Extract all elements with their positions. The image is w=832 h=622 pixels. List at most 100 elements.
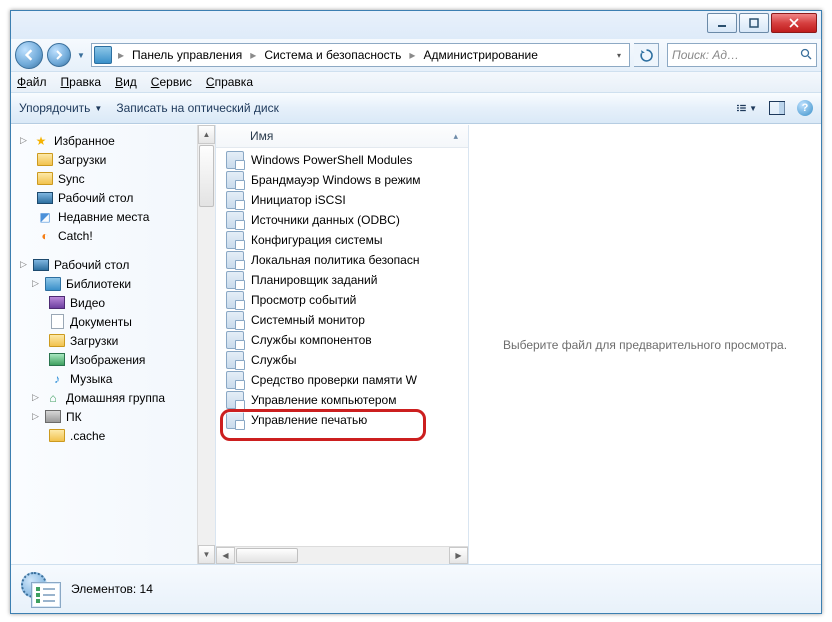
menu-bar: Файл Правка Вид Сервис Справка (11, 71, 821, 93)
file-item-label: Windows PowerShell Modules (251, 153, 412, 167)
documents-icon (51, 314, 64, 329)
sidebar-scrollbar[interactable]: ▲ ▼ (197, 125, 215, 564)
tree-item[interactable]: Изображения (13, 350, 195, 369)
tree-item[interactable]: Видео (13, 293, 195, 312)
scroll-left-button[interactable]: ◀ (216, 547, 235, 564)
tree-item[interactable]: ◐Catch! (13, 226, 195, 245)
file-item[interactable]: Планировщик заданий (216, 270, 468, 290)
file-item[interactable]: Службы (216, 350, 468, 370)
forward-button[interactable] (47, 43, 71, 67)
file-item[interactable]: Локальная политика безопасн (216, 250, 468, 270)
shortcut-icon (226, 311, 244, 329)
scroll-thumb[interactable] (199, 145, 214, 207)
refresh-button[interactable] (634, 43, 659, 67)
file-item-label: Источники данных (ODBC) (251, 213, 400, 227)
menu-help[interactable]: Справка (206, 75, 253, 89)
file-item[interactable]: Службы компонентов (216, 330, 468, 350)
preview-empty-text: Выберите файл для предварительного просм… (503, 338, 787, 352)
chevron-right-icon[interactable]: ▸ (116, 48, 126, 62)
tree-item[interactable]: Документы (13, 312, 195, 331)
file-item-label: Управление печатью (251, 413, 367, 427)
file-item-label: Системный монитор (251, 313, 365, 327)
tree-item[interactable]: ♪Музыка (13, 369, 195, 388)
tree-libraries[interactable]: ▷Библиотеки (13, 274, 195, 293)
location-icon (94, 46, 112, 64)
file-item-label: Службы компонентов (251, 333, 372, 347)
tree-item[interactable]: Загрузки (13, 150, 195, 169)
close-button[interactable] (771, 13, 817, 33)
shortcut-icon (226, 231, 244, 249)
file-list-pane: Имя▴ Windows PowerShell Modules Брандмауэ… (216, 125, 469, 564)
tree-desktop[interactable]: ▷Рабочий стол (13, 255, 195, 274)
organize-button[interactable]: Упорядочить ▼ (19, 101, 102, 115)
folder-type-icon (19, 570, 61, 608)
tree-pc[interactable]: ▷ПК (13, 407, 195, 426)
back-button[interactable] (15, 41, 43, 69)
shortcut-icon (226, 391, 244, 409)
file-item[interactable]: Источники данных (ODBC) (216, 210, 468, 230)
search-input[interactable]: Поиск: Ад… (667, 43, 817, 67)
shortcut-icon (226, 191, 244, 209)
shortcut-icon (226, 251, 244, 269)
file-item[interactable]: Windows PowerShell Modules (216, 150, 468, 170)
computer-icon (45, 410, 61, 423)
file-item[interactable]: Брандмауэр Windows в режим (216, 170, 468, 190)
tree-item[interactable]: Sync (13, 169, 195, 188)
chevron-right-icon[interactable]: ▸ (248, 48, 258, 62)
file-item-label: Инициатор iSCSI (251, 193, 346, 207)
address-bar[interactable]: ▸ Панель управления ▸ Система и безопасн… (91, 43, 630, 67)
scroll-down-button[interactable]: ▼ (198, 545, 215, 564)
file-item-label: Брандмауэр Windows в режим (251, 173, 421, 187)
shortcut-icon (226, 291, 244, 309)
navigation-bar: ▼ ▸ Панель управления ▸ Система и безопа… (11, 39, 821, 71)
tree-item[interactable]: ◩Недавние места (13, 207, 195, 226)
file-item[interactable]: Системный монитор (216, 310, 468, 330)
maximize-button[interactable] (739, 13, 769, 33)
file-item[interactable]: Управление печатью (216, 410, 468, 430)
horizontal-scrollbar[interactable]: ◀ ▶ (216, 546, 468, 564)
column-header-name[interactable]: Имя▴ (216, 125, 468, 148)
minimize-button[interactable] (707, 13, 737, 33)
help-button[interactable]: ? (797, 100, 813, 116)
folder-icon (37, 153, 53, 166)
navigation-tree: ▷★Избранное Загрузки Sync Рабочий стол ◩… (11, 125, 216, 564)
file-item[interactable]: Управление компьютером (216, 390, 468, 410)
history-dropdown[interactable]: ▼ (75, 45, 87, 65)
file-item[interactable]: Конфигурация системы (216, 230, 468, 250)
burn-button[interactable]: Записать на оптический диск (116, 101, 279, 115)
menu-view[interactable]: Вид (115, 75, 137, 89)
tree-homegroup[interactable]: ▷⌂Домашняя группа (13, 388, 195, 407)
search-placeholder: Поиск: Ад… (672, 48, 739, 62)
breadcrumb-item[interactable]: Панель управления (126, 44, 248, 66)
tree-item[interactable]: Загрузки (13, 331, 195, 350)
tree-favorites[interactable]: ▷★Избранное (13, 131, 195, 150)
address-dropdown[interactable]: ▾ (611, 51, 627, 60)
preview-pane-button[interactable] (767, 98, 787, 118)
menu-file[interactable]: Файл (17, 75, 47, 89)
file-item[interactable]: Инициатор iSCSI (216, 190, 468, 210)
menu-tools[interactable]: Сервис (151, 75, 192, 89)
scroll-right-button[interactable]: ▶ (449, 547, 468, 564)
chevron-right-icon[interactable]: ▸ (407, 48, 417, 62)
video-icon (49, 296, 65, 309)
breadcrumb-item[interactable]: Система и безопасность (258, 44, 407, 66)
titlebar (11, 11, 821, 39)
tree-item[interactable]: .cache (13, 426, 195, 445)
shortcut-icon (226, 371, 244, 389)
file-item-label: Локальная политика безопасн (251, 253, 419, 267)
file-item[interactable]: Средство проверки памяти W (216, 370, 468, 390)
recent-icon: ◩ (37, 209, 53, 225)
file-item[interactable]: Просмотр событий (216, 290, 468, 310)
view-options-button[interactable]: ▼ (737, 98, 757, 118)
desktop-icon (37, 192, 53, 204)
scroll-up-button[interactable]: ▲ (198, 125, 215, 144)
status-bar: Элементов: 14 (11, 564, 821, 613)
scroll-thumb[interactable] (236, 548, 298, 563)
breadcrumb-item[interactable]: Администрирование (417, 44, 543, 66)
item-count-label: Элементов: 14 (71, 582, 153, 596)
shortcut-icon (226, 411, 244, 429)
command-bar: Упорядочить ▼ Записать на оптический дис… (11, 93, 821, 124)
menu-edit[interactable]: Правка (61, 75, 102, 89)
file-item-label: Средство проверки памяти W (251, 373, 417, 387)
tree-item[interactable]: Рабочий стол (13, 188, 195, 207)
